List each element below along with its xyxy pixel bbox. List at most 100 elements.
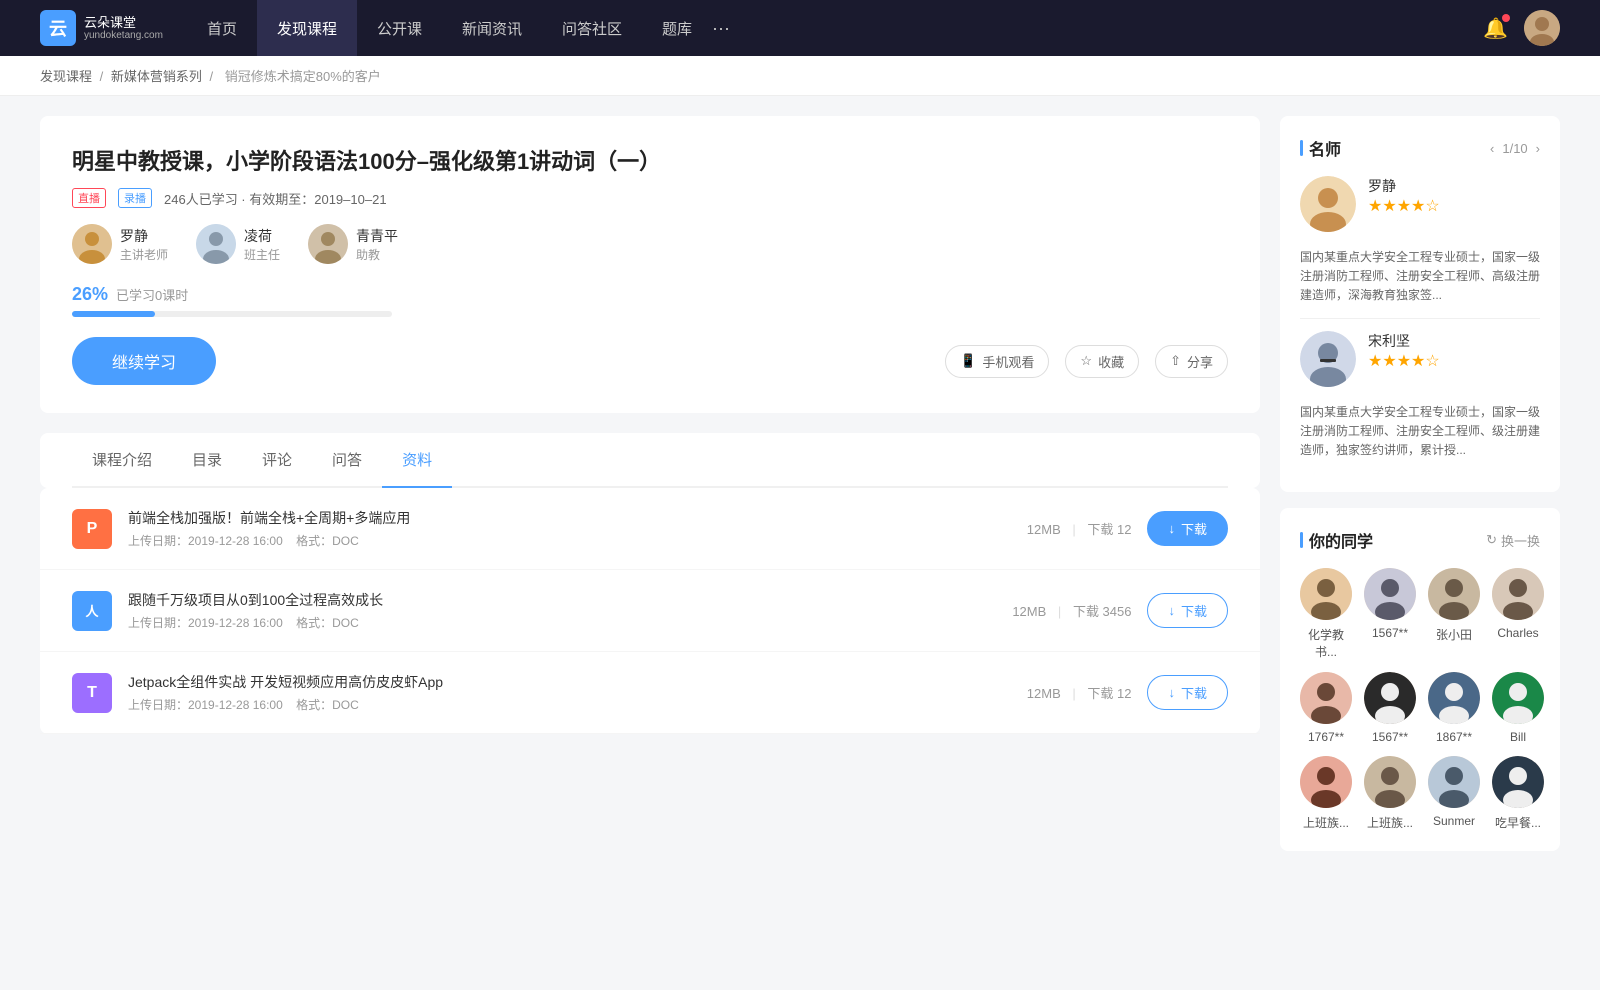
phone-watch-button[interactable]: 📱 手机观看 [945,345,1049,378]
classmate-item[interactable]: Charles [1492,568,1544,660]
classmates-title-bar-icon [1300,532,1303,548]
bell-icon[interactable]: 🔔 [1483,16,1508,41]
sidebar-area: 名师 ‹ 1/10 › [1280,116,1560,867]
tab-resources[interactable]: 资料 [382,433,452,486]
classmate-avatar [1492,568,1544,620]
classmate-item[interactable]: 上班族... [1364,756,1416,831]
phone-watch-label: 手机观看 [982,352,1034,371]
sidebar-teacher-1-avatar [1300,176,1356,232]
nav-items: 首页 发现课程 公开课 新闻资讯 问答社区 题库 ··· [187,0,1483,56]
nav-item-discover[interactable]: 发现课程 [257,0,357,56]
course-title: 明星中教授课，小学阶段语法100分–强化级第1讲动词（一） [72,144,1228,176]
resource-list: P 前端全栈加强版！前端全栈+全周期+多端应用 上传日期：2019-12-28 … [40,488,1260,734]
avatar-image [1524,10,1560,46]
teachers-title-text: 名师 [1309,136,1341,160]
classmate-item[interactable]: 化学教书... [1300,568,1352,660]
teacher-1-avatar [72,224,112,264]
user-avatar[interactable] [1524,10,1560,46]
download-button-1[interactable]: ↓ 下载 [1147,511,1228,546]
classmate-item[interactable]: Bill [1492,672,1544,744]
resource-item: 人 跟随千万级项目从0到100全过程高效成长 上传日期：2019-12-28 1… [40,570,1260,652]
sidebar-teacher-1-info: 罗静 ★★★★☆ [1368,176,1440,232]
tabs: 课程介绍 目录 评论 问答 资料 [72,433,1228,488]
teacher-2-name: 凌荷 [244,226,280,246]
classmate-name: Charles [1497,626,1538,640]
classmate-item[interactable]: 1867** [1428,672,1480,744]
resource-2-icon: 人 [72,591,112,631]
teacher-3-name: 青青平 [356,226,398,246]
nav-item-home[interactable]: 首页 [187,0,257,56]
classmate-avatar [1428,568,1480,620]
classmate-item[interactable]: 1567** [1364,568,1416,660]
nav-item-qa[interactable]: 问答社区 [542,0,642,56]
sidebar-teacher-2: 宋利坚 ★★★★☆ [1300,331,1540,387]
download-icon-3: ↓ [1168,685,1175,700]
teacher-2-info: 凌荷 班主任 [244,226,280,263]
resource-1-format: 格式：DOC [296,534,359,548]
classmate-item[interactable]: 上班族... [1300,756,1352,831]
teachers-next-button[interactable]: › [1536,141,1540,156]
teachers-panel-nav: ‹ 1/10 › [1490,141,1540,156]
classmate-item[interactable]: 张小田 [1428,568,1480,660]
breadcrumb-sep1: / [100,69,107,84]
teachers-prev-button[interactable]: ‹ [1490,141,1494,156]
teachers-panel-header: 名师 ‹ 1/10 › [1300,136,1540,160]
nav-item-open[interactable]: 公开课 [357,0,442,56]
classmate-item[interactable]: 1567** [1364,672,1416,744]
logo-icon: 云 [40,10,76,46]
nav-more[interactable]: ··· [712,18,730,39]
classmate-avatar [1300,756,1352,808]
bell-notification-dot [1502,14,1510,22]
tab-catalog[interactable]: 目录 [172,433,242,486]
logo[interactable]: 云 云朵课堂 yundoketang.com [40,10,163,46]
teacher-1-info: 罗静 主讲老师 [120,226,168,263]
breadcrumb-discover[interactable]: 发现课程 [40,69,92,84]
nav-item-news[interactable]: 新闻资讯 [442,0,542,56]
tab-intro[interactable]: 课程介绍 [72,433,172,486]
collect-label: 收藏 [1098,352,1124,371]
classmates-grid: 化学教书... 1567** 张小田 Charles [1300,568,1540,831]
tab-qa[interactable]: 问答 [312,433,382,486]
tab-review[interactable]: 评论 [242,433,312,486]
progress-bar-fill [72,311,155,317]
classmates-panel-header: 你的同学 ↻ 换一换 [1300,528,1540,552]
star-icon: ☆ [1080,353,1092,369]
teacher-2-avatar [196,224,236,264]
sidebar-teacher-2-info: 宋利坚 ★★★★☆ [1368,331,1440,387]
sidebar-teacher-1-desc: 国内某重点大学安全工程专业硕士，国家一级注册消防工程师、注册安全工程师、高级注册… [1300,248,1540,306]
classmate-item[interactable]: 1767** [1300,672,1352,744]
resource-2-size: 12MB | 下载 3456 [1012,601,1131,620]
breadcrumb: 发现课程 / 新媒体营销系列 / 销冠修炼术搞定80%的客户 [0,56,1600,96]
progress-label: 26% 已学习0课时 [72,284,1228,305]
resource-1-info: 前端全栈加强版！前端全栈+全周期+多端应用 上传日期：2019-12-28 16… [128,508,1011,549]
teacher-2-avatar-img [196,224,236,264]
resource-1-icon: P [72,509,112,549]
breadcrumb-series[interactable]: 新媒体营销系列 [111,69,202,84]
refresh-label: 换一换 [1501,531,1540,550]
nav-item-quiz[interactable]: 题库 [642,0,712,56]
resource-2-date: 上传日期：2019-12-28 16:00 [128,616,283,630]
action-buttons: 📱 手机观看 ☆ 收藏 ⇧ 分享 [945,345,1228,378]
download-button-3[interactable]: ↓ 下载 [1147,675,1228,710]
teachers-panel: 名师 ‹ 1/10 › [1280,116,1560,492]
teachers-page-info: 1/10 [1502,141,1527,156]
resource-2-info: 跟随千万级项目从0到100全过程高效成长 上传日期：2019-12-28 16:… [128,590,996,631]
progress-section: 26% 已学习0课时 [72,284,1228,317]
main-layout: 明星中教授课，小学阶段语法100分–强化级第1讲动词（一） 直播 录播 246人… [0,96,1600,887]
classmate-item[interactable]: Sunmer [1428,756,1480,831]
teachers-panel-title: 名师 [1300,136,1341,160]
progress-bar-background [72,311,392,317]
share-label: 分享 [1187,352,1213,371]
continue-button[interactable]: 继续学习 [72,337,216,385]
download-button-2[interactable]: ↓ 下载 [1147,593,1228,628]
collect-button[interactable]: ☆ 收藏 [1065,345,1139,378]
share-button[interactable]: ⇧ 分享 [1155,345,1228,378]
refresh-classmates-button[interactable]: ↻ 换一换 [1486,531,1540,550]
classmates-panel-title: 你的同学 [1300,528,1373,552]
course-actions: 继续学习 📱 手机观看 ☆ 收藏 ⇧ 分享 [72,337,1228,385]
classmate-name: 1767** [1308,730,1344,744]
classmate-item[interactable]: 吃早餐... [1492,756,1544,831]
classmate-avatar [1364,568,1416,620]
teacher-2: 凌荷 班主任 [196,224,280,264]
resource-1-date: 上传日期：2019-12-28 16:00 [128,534,283,548]
